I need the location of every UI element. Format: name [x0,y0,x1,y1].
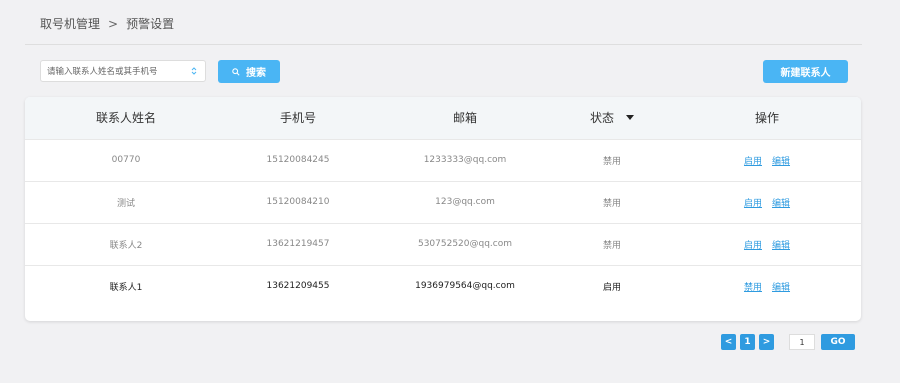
next-page-button[interactable]: > [759,334,774,350]
breadcrumb-parent[interactable]: 取号机管理 [40,15,100,32]
cell-actions: 启用 编辑 [663,181,861,223]
toggle-status-link[interactable]: 启用 [744,157,762,167]
toggle-status-link[interactable]: 启用 [744,199,762,209]
cell-phone: 15120084245 [266,155,330,165]
cell-name: 联系人2 [109,240,143,251]
toggle-status-link[interactable]: 禁用 [744,283,762,293]
cell-email: 1936979564@qq.com [415,281,515,292]
status-header-label: 状态 [589,111,614,126]
table-header-row: 联系人姓名 手机号 邮箱 状态 操作 [25,97,861,139]
go-button[interactable]: GO [821,334,855,350]
cell-status: 启用 [602,282,621,293]
cell-phone: 15120084210 [266,197,330,207]
cell-status: 禁用 [602,156,621,167]
cell-email: 1233333@qq.com [423,155,507,165]
search-button-label: 搜索 [246,68,266,79]
edit-link[interactable]: 编辑 [772,157,790,167]
cell-name: 联系人1 [109,282,143,293]
table-row: 测试 15120084210 123@qq.com 禁用 启用 编辑 [25,181,861,223]
search-input[interactable]: 请输入联系人姓名或其手机号 [40,60,206,82]
table-row: 联系人2 13621219457 530752520@qq.com 禁用 启用编… [25,223,861,265]
cell-name: 测试 [116,198,135,209]
column-header-name: 联系人姓名 [95,111,156,126]
new-contact-label: 新建联系人 [780,68,831,79]
cell-phone: 13621219457 [266,239,330,249]
select-updown-icon [191,67,197,75]
cell-status: 禁用 [602,198,621,209]
cell-email: 530752520@qq.com [417,239,513,249]
column-header-actions: 操作 [754,111,779,126]
cell-phone: 13621209455 [266,281,330,292]
contacts-table-card: 联系人姓名 手机号 邮箱 状态 操作 00770 15120084245 123… [25,97,861,321]
prev-page-button[interactable]: < [721,334,736,350]
caret-down-icon[interactable] [626,115,634,121]
header-divider [25,44,862,45]
column-header-status[interactable]: 状态 [561,97,663,139]
cell-actions: 启用 编辑 [663,223,861,265]
cell-status: 禁用 [602,240,621,251]
cell-actions: 启用 编辑 [663,139,861,181]
search-icon [232,67,240,76]
contacts-table: 联系人姓名 手机号 邮箱 状态 操作 00770 15120084245 123… [25,97,861,307]
edit-link[interactable]: 编辑 [772,241,790,251]
cell-name: 00770 [111,155,141,165]
edit-link[interactable]: 编辑 [772,283,790,293]
toggle-status-link[interactable]: 启用 [744,241,762,251]
breadcrumb-current: 预警设置 [126,17,175,31]
breadcrumb: 取号机管理 > 预警设置 [40,15,174,32]
cell-email: 123@qq.com [435,197,495,207]
column-header-phone: 手机号 [279,111,316,126]
edit-link[interactable]: 编辑 [772,199,790,209]
page-jump-input[interactable]: 1 [789,334,815,350]
page-button-current[interactable]: 1 [740,334,755,350]
column-header-email: 邮箱 [452,111,477,126]
search-button[interactable]: 搜索 [218,60,280,83]
table-row: 00770 15120084245 1233333@qq.com 禁用 启用 编辑 [25,139,861,181]
new-contact-button[interactable]: 新建联系人 [763,60,848,83]
table-row: 联系人1 13621209455 1936979564@qq.com 启用 禁用… [25,265,861,307]
search-placeholder: 请输入联系人姓名或其手机号 [47,67,158,77]
cell-actions: 禁用 编辑 [663,265,861,307]
breadcrumb-separator: > [108,16,119,31]
